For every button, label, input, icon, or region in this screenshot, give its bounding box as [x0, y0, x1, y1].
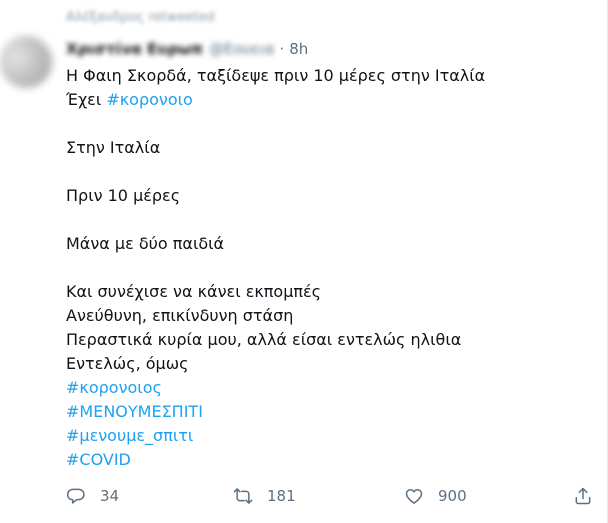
like-count: 900 — [438, 487, 467, 505]
share-button[interactable] — [573, 484, 593, 508]
retweet-indicator: Αλέξανδρος retweeted — [66, 10, 215, 25]
avatar[interactable] — [0, 36, 52, 88]
share-icon — [575, 487, 591, 505]
heart-icon — [405, 489, 423, 504]
hashtag-link[interactable]: #μενουμε_σπιτι — [66, 424, 586, 448]
tweet-line: Ανεύθυνη, επικίνδυνη στάση — [66, 306, 294, 325]
tweet-actions: 34 181 900 — [66, 484, 596, 508]
tweet-card[interactable]: Αλέξανδρος retweeted Χριστίνα Ευρωπ @Εου… — [0, 0, 608, 523]
tweet-line: Περαστικά κυρία μου, αλλά είσαι εντελώς … — [66, 330, 462, 349]
reply-button[interactable]: 34 — [66, 484, 119, 508]
tweet-text-fragment: Έχει — [66, 90, 107, 109]
tweet-line: Μάνα με δύο παιδιά — [66, 234, 225, 253]
hashtag-link[interactable]: #κορονοιο — [106, 90, 193, 109]
author-name[interactable]: Χριστίνα Ευρωπ — [66, 40, 203, 58]
author-handle[interactable]: @Εουεια — [209, 40, 274, 58]
like-button[interactable]: 900 — [404, 484, 467, 508]
separator-dot: · — [279, 40, 285, 58]
tweet-timestamp[interactable]: 8h — [289, 40, 308, 58]
hashtag-link[interactable]: #κορονοιος — [66, 376, 586, 400]
tweet-line: Εντελώς, όμως — [66, 354, 189, 373]
tweet-text: Η Φαιη Σκορδά, ταξίδεψε πριν 10 μέρες στ… — [66, 64, 586, 472]
retweet-icon — [233, 488, 253, 504]
retweet-button[interactable]: 181 — [233, 484, 296, 508]
tweet-line: Στην Ιταλία — [66, 138, 161, 157]
reply-count: 34 — [100, 487, 120, 505]
hashtag-link[interactable]: #ΜΕΝΟΥΜΕΣΠΙΤΙ — [66, 400, 586, 424]
hashtag-link[interactable]: #COVID — [66, 448, 586, 472]
tweet-line: Η Φαιη Σκορδά, ταξίδεψε πριν 10 μέρες στ… — [66, 66, 486, 85]
retweet-count: 181 — [267, 487, 296, 505]
reply-icon — [66, 488, 85, 504]
tweet-header: Χριστίνα Ευρωπ @Εουεια · 8h — [66, 38, 308, 60]
tweet-line: Και συνέχισε να κάνει εκπομπές — [66, 282, 322, 301]
tweet-line: Πριν 10 μέρες — [66, 186, 181, 205]
tweet-line: Έχει #κορονοιο — [66, 88, 586, 112]
